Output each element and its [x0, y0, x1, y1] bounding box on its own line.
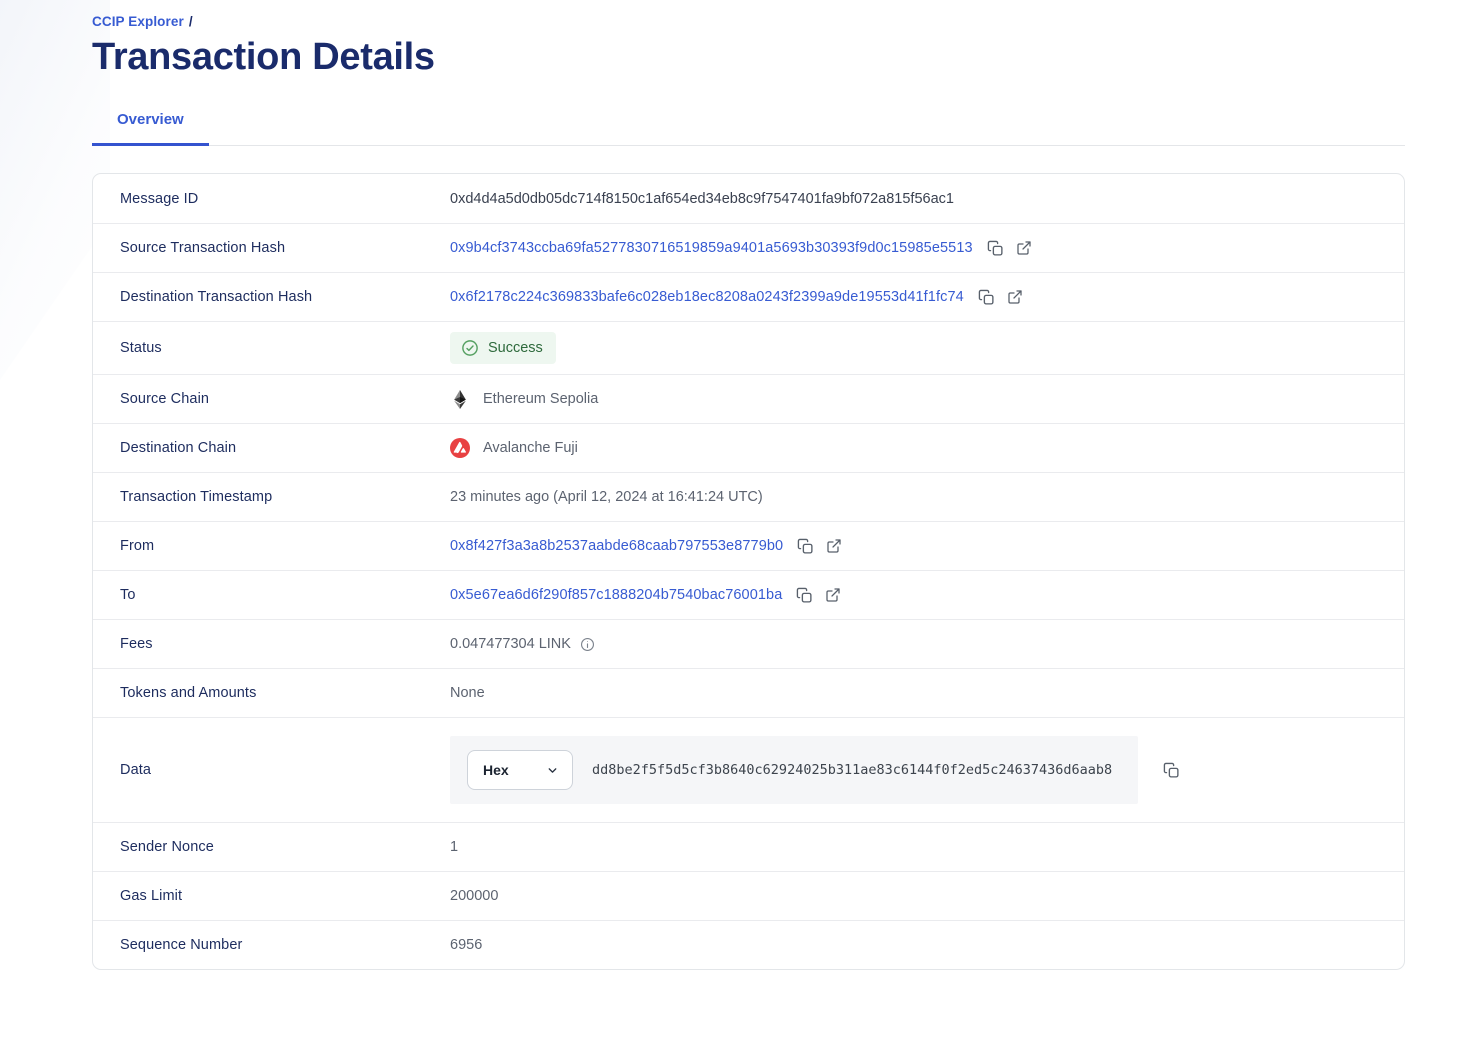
tab-bar: Overview	[92, 111, 1405, 146]
gas-limit-value: 200000	[450, 888, 498, 904]
table-row-to: To 0x5e67ea6d6f290f857c1888204b7540bac76…	[93, 570, 1404, 619]
data-hex-value: dd8be2f5f5d5cf3b8640c62924025b311ae83c61…	[592, 762, 1112, 778]
copy-icon[interactable]	[1163, 762, 1180, 779]
row-label: Destination Chain	[93, 440, 450, 456]
row-label: Status	[93, 340, 450, 356]
row-label: Message ID	[93, 191, 450, 207]
table-row-sender-nonce: Sender Nonce 1	[93, 822, 1404, 871]
external-link-icon[interactable]	[825, 587, 841, 603]
data-format-select[interactable]: Hex	[467, 750, 573, 790]
external-link-icon[interactable]	[1016, 240, 1032, 256]
sequence-number-value: 6956	[450, 937, 482, 953]
transaction-details-card: Message ID 0xd4d4a5d0db05dc714f8150c1af6…	[92, 173, 1405, 970]
table-row-gas-limit: Gas Limit 200000	[93, 871, 1404, 920]
source-chain-name: Ethereum Sepolia	[483, 391, 598, 407]
copy-icon[interactable]	[987, 240, 1004, 257]
row-label: Sequence Number	[93, 937, 450, 953]
tab-overview[interactable]: Overview	[92, 111, 209, 146]
breadcrumb-separator: /	[189, 14, 193, 29]
chevron-down-icon	[546, 764, 559, 777]
breadcrumb-link-ccip-explorer[interactable]: CCIP Explorer	[92, 14, 184, 29]
table-row-sequence-number: Sequence Number 6956	[93, 920, 1404, 969]
table-row-message-id: Message ID 0xd4d4a5d0db05dc714f8150c1af6…	[93, 174, 1404, 223]
row-label: Source Transaction Hash	[93, 240, 450, 256]
table-row-dest-tx-hash: Destination Transaction Hash 0x6f2178c22…	[93, 272, 1404, 321]
row-label: From	[93, 538, 450, 554]
row-label: Source Chain	[93, 391, 450, 407]
row-label: Data	[93, 762, 450, 778]
table-row-status: Status Success	[93, 321, 1404, 374]
copy-icon[interactable]	[797, 538, 814, 555]
dest-chain-name: Avalanche Fuji	[483, 440, 578, 456]
row-label: Sender Nonce	[93, 839, 450, 855]
sender-nonce-value: 1	[450, 839, 458, 855]
row-label: Transaction Timestamp	[93, 489, 450, 505]
copy-icon[interactable]	[796, 587, 813, 604]
source-tx-hash-link[interactable]: 0x9b4cf3743ccba69fa5277830716519859a9401…	[450, 240, 973, 256]
info-icon[interactable]	[580, 637, 595, 652]
table-row-data: Data Hex dd8be2f5f5d5cf3b8640c62924025b3…	[93, 717, 1404, 822]
row-label: Tokens and Amounts	[93, 685, 450, 701]
status-badge: Success	[450, 332, 556, 364]
table-row-source-tx-hash: Source Transaction Hash 0x9b4cf3743ccba6…	[93, 223, 1404, 272]
timestamp-value: 23 minutes ago (April 12, 2024 at 16:41:…	[450, 489, 763, 505]
data-format-selected: Hex	[483, 762, 509, 778]
dest-tx-hash-link[interactable]: 0x6f2178c224c369833bafe6c028eb18ec8208a0…	[450, 289, 964, 305]
row-label: Gas Limit	[93, 888, 450, 904]
copy-icon[interactable]	[978, 289, 995, 306]
ethereum-icon	[450, 390, 470, 409]
row-label: Destination Transaction Hash	[93, 289, 450, 305]
row-label: Fees	[93, 636, 450, 652]
external-link-icon[interactable]	[826, 538, 842, 554]
external-link-icon[interactable]	[1007, 289, 1023, 305]
tokens-value: None	[450, 685, 485, 701]
table-row-fees: Fees 0.047477304 LINK	[93, 619, 1404, 668]
table-row-timestamp: Transaction Timestamp 23 minutes ago (Ap…	[93, 472, 1404, 521]
table-row-dest-chain: Destination Chain Avalanche Fuji	[93, 423, 1404, 472]
table-row-from: From 0x8f427f3a3a8b2537aabde68caab797553…	[93, 521, 1404, 570]
avalanche-icon	[450, 438, 470, 458]
from-address-link[interactable]: 0x8f427f3a3a8b2537aabde68caab797553e8779…	[450, 538, 783, 554]
status-text: Success	[488, 340, 543, 356]
data-box: Hex dd8be2f5f5d5cf3b8640c62924025b311ae8…	[450, 736, 1138, 804]
table-row-source-chain: Source Chain Ethereum Sepolia	[93, 374, 1404, 423]
page-title: Transaction Details	[92, 36, 1405, 79]
check-circle-icon	[461, 339, 479, 357]
page: CCIP Explorer / Transaction Details Overv…	[0, 0, 1470, 970]
table-row-tokens: Tokens and Amounts None	[93, 668, 1404, 717]
fees-value: 0.047477304 LINK	[450, 636, 571, 652]
row-label: To	[93, 587, 450, 603]
to-address-link[interactable]: 0x5e67ea6d6f290f857c1888204b7540bac76001…	[450, 587, 782, 603]
message-id-value: 0xd4d4a5d0db05dc714f8150c1af654ed34eb8c9…	[450, 191, 954, 207]
breadcrumb: CCIP Explorer /	[92, 14, 1405, 29]
